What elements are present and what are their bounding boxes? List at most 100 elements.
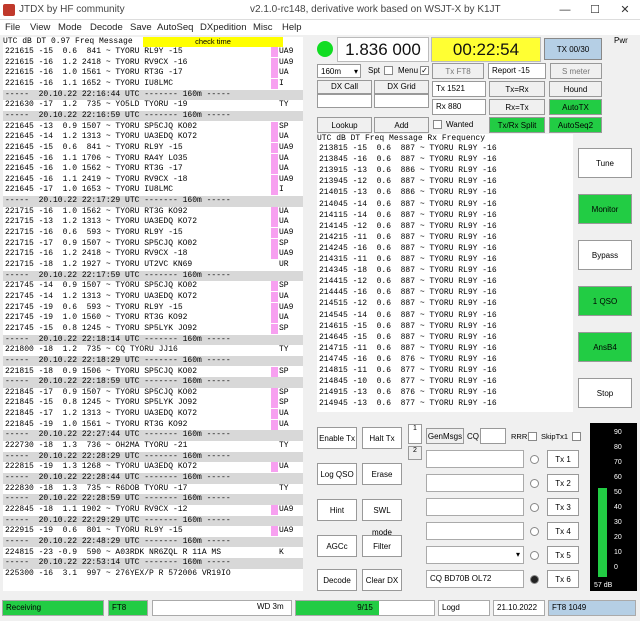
s-meter-button[interactable]: S meter <box>550 63 602 79</box>
tx5-message[interactable]: ▾ <box>426 546 524 564</box>
skip-tx1-checkbox[interactable] <box>572 432 581 441</box>
tab-2[interactable]: 2 <box>408 446 422 460</box>
decode-row[interactable]: 221845 -17 1.2 1313 ~ TYORU UA3EDQ KO72 U… <box>3 409 303 420</box>
decode-period-separator[interactable]: ----- 20.10.22 22:29:29 UTC ------- 160m… <box>3 515 303 527</box>
rx-row[interactable]: 213845 -16 0.6 887 ~ TYORU RL9Y -16 <box>319 155 569 165</box>
decode-row[interactable]: 221745 -15 0.8 1245 ~ TYORU SP5LYK JO92 S… <box>3 323 303 335</box>
menu-checkbox[interactable]: ✓ <box>420 66 429 75</box>
menu-autoseq[interactable]: AutoSeq <box>157 22 193 33</box>
rx-row[interactable]: 214315 -11 0.6 887 ~ TYORU RL9Y -16 <box>319 255 569 265</box>
tx4-radio[interactable] <box>530 527 539 536</box>
decode-row[interactable]: 221615 -16 1.1 1652 ~ TYORU IU8LMC I <box>3 78 303 90</box>
lookup-button[interactable]: Lookup <box>317 117 372 133</box>
tx2-button[interactable]: Tx 2 <box>547 474 579 492</box>
tx3-message[interactable] <box>426 498 524 516</box>
decode-row[interactable]: 222845 -18 1.1 1902 ~ TYORU RV9CX -12 UA9 <box>3 504 303 516</box>
rx-row[interactable]: 214515 -12 0.6 887 ~ TYORU RL9Y -16 <box>319 299 569 309</box>
menu-mode[interactable]: Mode <box>58 22 82 33</box>
decode-row[interactable]: 221745 -19 0.6 593 ~ TYORU RL9Y -15 UA9 <box>3 302 303 314</box>
tx4-message[interactable] <box>426 522 524 540</box>
close-button[interactable]: ✕ <box>614 2 636 18</box>
log-qso-button[interactable]: Log QSO <box>317 463 357 485</box>
decode-row[interactable]: 221615 -16 1.2 2418 ~ TYORU RV9CX -16 UA9 <box>3 57 303 69</box>
ansb4-button[interactable]: AnsB4 <box>578 332 632 362</box>
rx-row[interactable]: 214445 -16 0.6 887 ~ TYORU RL9Y -16 <box>319 288 569 298</box>
rx-row[interactable]: 214215 -11 0.6 887 ~ TYORU RL9Y -16 <box>319 233 569 243</box>
rx-row[interactable]: 214015 -13 0.6 886 ~ TYORU RL9Y -16 <box>319 188 569 198</box>
tx6-button[interactable]: Tx 6 <box>547 570 579 588</box>
spt-checkbox[interactable] <box>384 66 393 75</box>
rx-row[interactable]: 213815 -15 0.6 887 ~ TYORU RL9Y -16 <box>319 144 569 154</box>
decode-period-separator[interactable]: ----- 20.10.22 22:17:29 UTC ------- 160m… <box>3 196 303 207</box>
tx6-radio[interactable] <box>530 575 539 584</box>
rx-row[interactable]: 214415 -12 0.6 887 ~ TYORU RL9Y -16 <box>319 277 569 287</box>
dx-call-input[interactable] <box>317 94 372 108</box>
dx-grid-input[interactable] <box>374 94 429 108</box>
decode-period-separator[interactable]: ----- 20.10.22 22:17:59 UTC ------- 160m… <box>3 270 303 282</box>
menu-file[interactable]: File <box>5 22 20 33</box>
rx-eq-tx-button[interactable]: Rx=Tx <box>489 99 545 115</box>
decode-row[interactable]: 221845 -17 0.9 1507 ~ TYORU SP5CJQ KO02 S… <box>3 387 303 399</box>
decode-period-separator[interactable]: ----- 20.10.22 22:18:29 UTC ------- 160m… <box>3 355 303 367</box>
decode-period-separator[interactable]: ----- 20.10.22 22:28:44 UTC ------- 160m… <box>3 473 303 484</box>
decode-row[interactable]: 221630 -17 1.2 735 ~ YO5LD TYORU -19 TY <box>3 100 303 111</box>
tx2-message[interactable] <box>426 474 524 492</box>
rx-row[interactable]: 214115 -14 0.6 887 ~ TYORU RL9Y -16 <box>319 211 569 221</box>
tx4-button[interactable]: Tx 4 <box>547 522 579 540</box>
decode-row[interactable]: 221645 -16 1.0 1562 ~ TYORU RT3G -17 UA <box>3 164 303 175</box>
add-button[interactable]: Add <box>374 117 429 133</box>
tx5-radio[interactable] <box>530 551 539 560</box>
decode-row[interactable]: 221845 -19 1.0 1561 ~ TYORU RT3G KO92 UA <box>3 419 303 431</box>
menu-save[interactable]: Save <box>130 22 152 33</box>
menu-help[interactable]: Help <box>282 22 302 33</box>
decode-period-separator[interactable]: ----- 20.10.22 22:48:29 UTC ------- 160m… <box>3 536 303 548</box>
tx3-radio[interactable] <box>530 503 539 512</box>
decode-row[interactable]: 221645 -16 1.1 2419 ~ TYORU RV9CX -18 UA9 <box>3 174 303 186</box>
decode-row[interactable]: 222730 -18 1.3 736 ~ OH2MA TYORU -21 TY <box>3 441 303 452</box>
report-spinbox[interactable]: Report -15 <box>488 63 546 79</box>
decode-row[interactable]: 221615 -15 0.6 841 ~ TYORU RL9Y -15 UA9 <box>3 47 303 58</box>
monitor-button[interactable]: Monitor <box>578 194 632 224</box>
rx-freq-spinbox[interactable]: Rx 880 <box>432 99 486 115</box>
rrr-checkbox[interactable] <box>528 432 537 441</box>
rx-row[interactable]: 214045 -14 0.6 887 ~ TYORU RL9Y -16 <box>319 200 569 210</box>
swl-mode-button[interactable]: SWL mode <box>362 499 402 537</box>
decode-row[interactable]: 221645 -15 0.6 841 ~ TYORU RL9Y -15 UA9 <box>3 142 303 154</box>
decode-button[interactable]: Decode <box>317 569 357 591</box>
tx-freq-spinbox[interactable]: Tx 1521 <box>432 81 486 97</box>
decode-row[interactable]: 221715 -17 0.9 1507 ~ TYORU SP5CJQ KO02 S… <box>3 238 303 250</box>
tx2-radio[interactable] <box>530 479 539 488</box>
decode-period-separator[interactable]: ----- 20.10.22 22:28:29 UTC ------- 160m… <box>3 451 303 463</box>
decode-period-separator[interactable]: ----- 20.10.22 22:28:59 UTC ------- 160m… <box>3 494 303 505</box>
rx-row[interactable]: 213945 -12 0.6 887 ~ TYORU RL9Y -16 <box>319 177 569 187</box>
rx-row[interactable]: 213915 -13 0.6 886 ~ TYORU RL9Y -16 <box>319 166 569 176</box>
tx-count-button[interactable]: TX 00/30 <box>544 38 602 60</box>
decode-row[interactable]: 221715 -18 1.2 1927 ~ TYORU UT2VC KN69 UR <box>3 260 303 271</box>
tx1-message[interactable] <box>426 450 524 468</box>
menu-dxpedition[interactable]: DXpedition <box>200 22 246 33</box>
decode-row[interactable]: 221800 -18 1.2 735 ~ CQ TYORU JJ16 TY <box>3 345 303 356</box>
decode-row[interactable]: 224815 -23 -0.9 590 ~ A03RDK NR6ZQL R 11… <box>3 548 303 559</box>
tx5-button[interactable]: Tx 5 <box>547 546 579 564</box>
decode-row[interactable]: 221645 -13 0.9 1507 ~ TYORU SP5CJQ KO02 S… <box>3 121 303 133</box>
tune-button[interactable]: Tune <box>578 148 632 178</box>
decode-row[interactable]: 222815 -19 1.3 1268 ~ TYORU UA3EDQ KO72 U… <box>3 462 303 473</box>
rx-row[interactable]: 214245 -16 0.6 887 ~ TYORU RL9Y -16 <box>319 244 569 254</box>
decode-row[interactable]: 221715 -16 0.6 593 ~ TYORU RL9Y -15 UA9 <box>3 228 303 239</box>
autoseq2-button[interactable]: AutoSeq2 <box>549 117 602 133</box>
band-select[interactable]: 160m ▾ <box>317 64 361 78</box>
decode-row[interactable]: 221715 -16 1.0 1562 ~ TYORU RT3G KO92 UA <box>3 206 303 218</box>
tab-1[interactable]: 1 <box>408 424 422 444</box>
decode-period-separator[interactable]: ----- 20.10.22 22:53:14 UTC ------- 160m… <box>3 558 303 569</box>
decode-row[interactable]: 221745 -19 1.0 1560 ~ TYORU RT3G KO92 UA <box>3 313 303 324</box>
rx-row[interactable]: 214745 -16 0.6 876 ~ TYORU RL9Y -16 <box>319 355 569 365</box>
wanted-checkbox[interactable] <box>433 120 442 129</box>
tx-eq-rx-button[interactable]: Tx=Rx <box>489 81 545 97</box>
autotx-button[interactable]: AutoTX <box>549 99 602 115</box>
decode-period-separator[interactable]: ----- 20.10.22 22:18:14 UTC ------- 160m… <box>3 334 303 346</box>
maximize-button[interactable]: ☐ <box>584 2 606 18</box>
gen-msgs-button[interactable]: GenMsgs <box>426 428 464 444</box>
decode-period-separator[interactable]: ----- 20.10.22 22:16:59 UTC ------- 160m… <box>3 110 303 122</box>
decode-row[interactable]: 221745 -14 1.2 1313 ~ TYORU UA3EDQ KO72 U… <box>3 291 303 303</box>
halt-tx-button[interactable]: Halt Tx <box>362 427 402 449</box>
